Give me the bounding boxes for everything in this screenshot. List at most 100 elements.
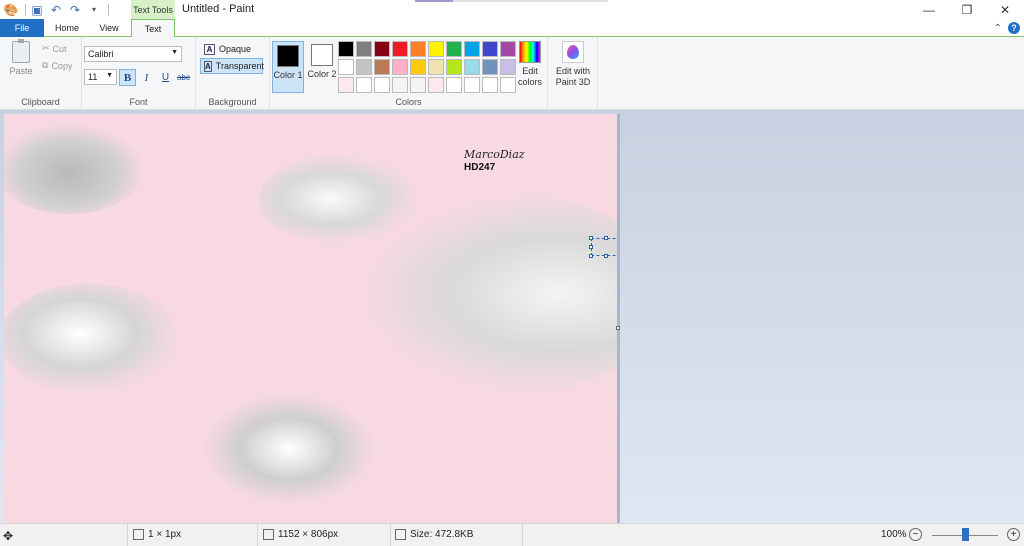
italic-button[interactable]: I [138,69,155,86]
background-group: A Opaque A Transparent Background [196,37,270,109]
color-spectrum-icon [519,41,541,63]
transparent-button[interactable]: A Transparent [200,58,264,74]
cut-label: Cut [52,43,67,54]
title-accent [453,0,608,2]
restore-button[interactable]: ❐ [948,0,986,19]
collapse-ribbon-icon[interactable]: ⌃ [994,23,1002,34]
palette-swatch[interactable] [500,59,516,75]
tab-home[interactable]: Home [46,19,88,37]
palette-swatch[interactable] [392,41,408,57]
font-family-select[interactable]: Calibri ▼ [84,46,182,62]
tab-view[interactable]: View [88,19,130,37]
resize-handle[interactable] [589,245,593,249]
resize-handle[interactable] [604,236,608,240]
palette-swatch[interactable] [482,77,498,93]
close-button[interactable]: ✕ [986,0,1024,19]
customize-dropdown-icon[interactable]: ▾ [86,2,102,18]
edit-with-paint3d-button[interactable]: Edit with Paint 3D [554,41,592,88]
edit-colors-button[interactable]: Edit colors [516,41,544,88]
qat-divider [25,3,26,16]
palette-swatch[interactable] [374,41,390,57]
cut-button[interactable]: ✂ Cut [42,43,67,54]
palette-swatch[interactable] [374,77,390,93]
zoom-slider-thumb[interactable] [962,528,969,541]
resize-handle[interactable] [589,254,593,258]
chevron-down-icon: ▼ [171,49,178,56]
palette-swatch[interactable] [464,59,480,75]
tab-text[interactable]: Text [131,19,175,38]
transparent-label: Transparent [215,61,264,71]
strikethrough-button[interactable]: abc [175,69,192,86]
color2-button[interactable]: Color 2 [306,41,338,93]
paste-label: Paste [9,66,33,76]
palette-swatch[interactable] [482,59,498,75]
quick-access-toolbar: 🎨 ▣ ↶ ↷ ▾ [0,1,109,18]
palette-swatch[interactable] [338,41,354,57]
font-family-value: Calibri [88,49,114,59]
color1-swatch [277,45,299,67]
paint3d-group: Edit with Paint 3D [548,37,598,109]
save-icon[interactable]: ▣ [29,2,45,18]
drawing-canvas[interactable]: MarcoDiaz HD247 [4,114,617,523]
title-accent [415,0,453,2]
file-size: Size: 472.8KB [395,529,473,540]
palette-swatch[interactable] [464,77,480,93]
color1-label: Color 1 [273,70,303,80]
selection-size-value: 1 × 1px [148,529,182,540]
palette-swatch[interactable] [482,41,498,57]
color2-swatch [311,44,333,66]
workspace: MarcoDiaz HD247 [0,110,1024,523]
palette-swatch[interactable] [356,77,372,93]
qat-divider [108,3,109,16]
bold-button[interactable]: B [119,69,136,86]
scissors-icon: ✂ [42,43,50,53]
paint-app-icon[interactable]: 🎨 [3,2,19,18]
palette-swatch[interactable] [446,59,462,75]
paint3d-icon [562,41,584,63]
resize-handle[interactable] [604,254,608,258]
image-size-value: 1152 × 806px [278,529,339,540]
underline-button[interactable]: U [157,69,174,86]
font-size-select[interactable]: 11 ▼ [84,69,117,85]
canvas-edge [617,114,620,523]
zoom-in-button[interactable]: + [1007,528,1020,541]
status-divider [522,524,523,546]
image-size-icon [263,529,274,540]
redo-icon[interactable]: ↷ [67,2,83,18]
edit-colors-label: Edit colors [517,66,542,87]
palette-swatch[interactable] [500,77,516,93]
palette-swatch[interactable] [392,77,408,93]
palette-swatch[interactable] [500,41,516,57]
palette-swatch[interactable] [356,59,372,75]
palette-swatch[interactable] [338,77,354,93]
resize-handle[interactable] [589,236,593,240]
help-icon[interactable]: ? [1008,22,1020,34]
copy-button[interactable]: ⧉ Copy [42,60,72,71]
color-palette [338,41,516,93]
minimize-button[interactable]: — [910,0,948,19]
palette-swatch[interactable] [338,59,354,75]
palette-swatch[interactable] [374,59,390,75]
palette-swatch[interactable] [428,77,444,93]
palette-swatch[interactable] [410,59,426,75]
tab-file[interactable]: File [0,19,44,37]
palette-swatch[interactable] [410,41,426,57]
disk-icon [395,529,406,540]
text-box-selection[interactable] [589,236,617,258]
palette-swatch[interactable] [410,77,426,93]
zoom-out-button[interactable]: − [909,528,922,541]
palette-swatch[interactable] [446,41,462,57]
palette-swatch[interactable] [446,77,462,93]
palette-swatch[interactable] [392,59,408,75]
undo-icon[interactable]: ↶ [48,2,64,18]
paste-button[interactable]: Paste [9,39,33,76]
copy-label: Copy [51,60,73,71]
opaque-button[interactable]: A Opaque [201,41,254,57]
palette-swatch[interactable] [428,41,444,57]
palette-swatch[interactable] [464,41,480,57]
color1-button[interactable]: Color 1 [272,41,304,93]
palette-swatch[interactable] [428,59,444,75]
font-size-value: 11 [88,72,98,82]
canvas-resize-handle[interactable] [616,326,620,330]
palette-swatch[interactable] [356,41,372,57]
